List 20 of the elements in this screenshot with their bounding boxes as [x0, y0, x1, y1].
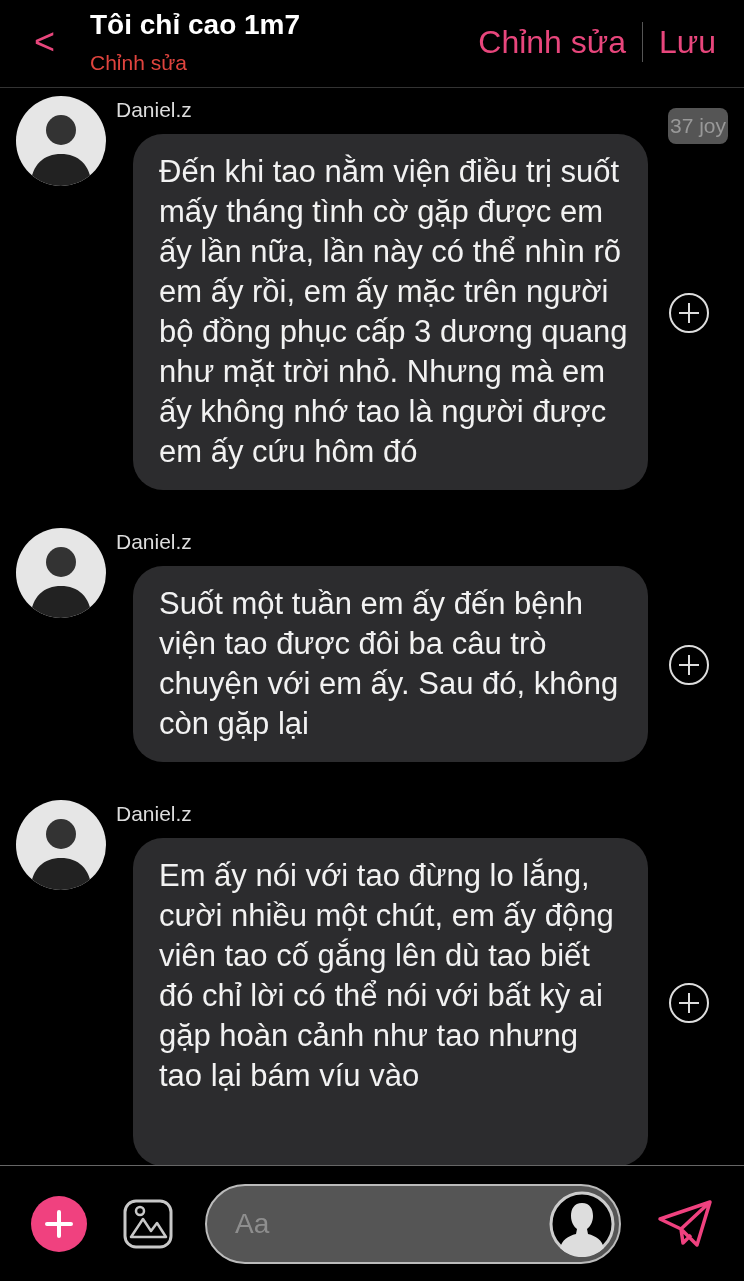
avatar-icon[interactable]	[549, 1190, 615, 1257]
message-bubble: Suốt một tuần em ấy đến bệnh viện tao được đôi ba câu trò chuyện với em ấy. Sau đó, không còn gặp lại	[133, 566, 648, 762]
message-bubble: Đến khi tao nằm viện điều trị suốt mấy tháng tình cờ gặp được em ấy lần nữa, lần này có thể nhìn rõ em ấy rồi, em ấy mặc trên người bộ đồng phục cấp 3 dương quang như mặt trời nhỏ. Nhưng mà em ấy không nhớ tao là người được em ấy cứu hôm đó	[133, 134, 648, 490]
send-icon[interactable]	[657, 1198, 713, 1249]
sender-name: Daniel.z	[116, 529, 193, 555]
points-badge: 37 joy	[667, 108, 728, 144]
plus-icon	[45, 1209, 73, 1238]
add-reaction-icon[interactable]	[668, 292, 710, 334]
header-action-button[interactable]: Chỉnh sửa	[476, 20, 628, 64]
image-icon[interactable]	[123, 1198, 173, 1249]
message-field[interactable]: Aa	[205, 1183, 621, 1264]
sender-name: Daniel.z	[116, 801, 193, 827]
add-reaction-icon[interactable]	[668, 644, 710, 686]
chat-title: Tôi chỉ cao 1m7	[90, 8, 302, 42]
header-action-button[interactable]: Lưu	[657, 20, 718, 64]
message-bubble: Em ấy nói với tao đừng lo lắng, cười nhiều một chút, em ấy động viên tao cố gắng lên dù tao biết đó chỉ lời có thể nói với bất kỳ ai gặp hoàn cảnh như tao nhưng tao lại bám víu vào	[133, 838, 648, 1165]
sender-name: Daniel.z	[116, 97, 193, 123]
chat-subtitle: Chỉnh sửa	[90, 50, 188, 76]
back-button[interactable]: <	[0, 0, 90, 64]
add-reaction-icon[interactable]	[668, 982, 710, 1024]
